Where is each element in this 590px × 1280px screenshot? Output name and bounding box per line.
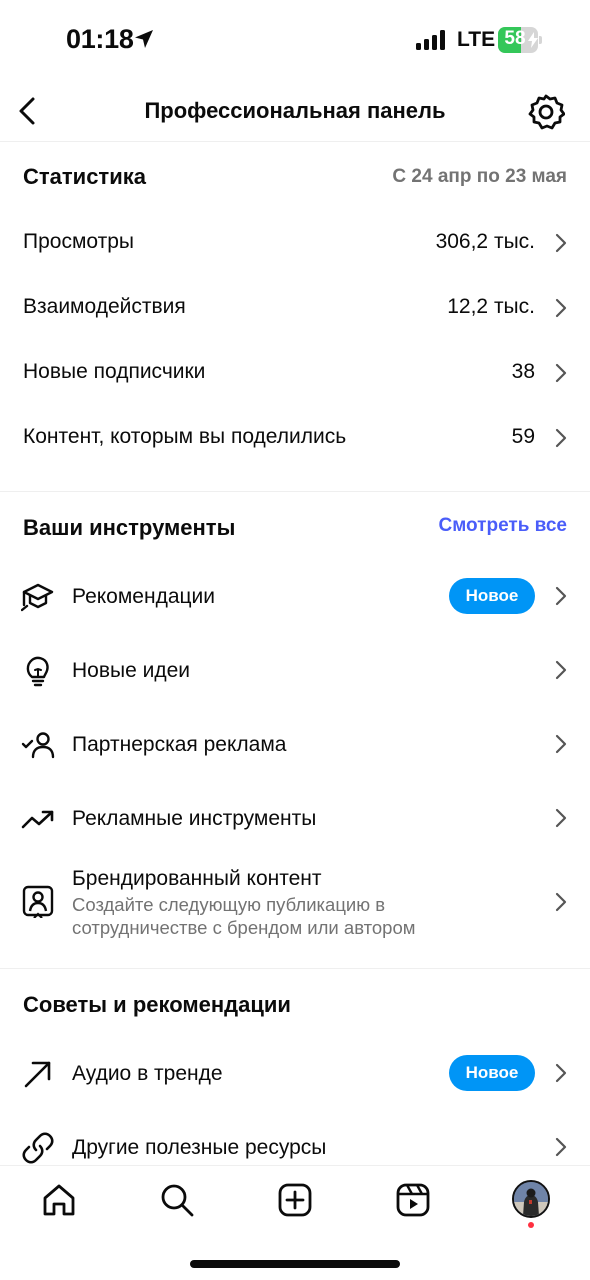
tool-row-ad-tools[interactable]: Рекламные инструменты [0,782,590,856]
chevron-right-icon [555,428,567,448]
stat-value: 59 [511,425,535,448]
tip-label: Аудио в тренде [72,1062,223,1085]
tip-row-other-resources[interactable]: Другие полезные ресурсы [0,1111,590,1165]
stat-label: Просмотры [23,230,134,253]
stat-row-shared-content[interactable]: Контент, которым вы поделились 59 [0,405,590,470]
gear-icon[interactable] [527,93,565,131]
tool-label: Рекламные инструменты [72,807,317,830]
stat-label: Взаимодействия [23,295,186,318]
tool-row-recommendations[interactable]: Рекомендации Новое [0,560,590,634]
new-badge: Новое [449,1055,535,1091]
profile-avatar[interactable] [512,1180,550,1218]
stat-value: 12,2 тыс. [447,295,535,318]
chevron-right-icon [555,298,567,318]
chevron-right-icon [555,808,567,828]
reels-icon[interactable] [395,1182,431,1218]
home-indicator [190,1260,400,1268]
arrow-up-right-icon [21,1057,55,1091]
divider [0,968,590,969]
stats-section-title: Статистика [23,164,146,189]
page-title: Профессиональная панель [144,98,446,123]
stat-row-interactions[interactable]: Взаимодействия 12,2 тыс. [0,275,590,340]
bottom-nav [0,1165,590,1245]
divider [0,491,590,492]
tool-label: Партнерская реклама [72,733,287,756]
tip-row-trending-audio[interactable]: Аудио в тренде Новое [0,1037,590,1111]
stat-row-views[interactable]: Просмотры 306,2 тыс. [0,210,590,275]
cellular-signal-icon [416,30,446,50]
tool-label: Новые идеи [72,659,191,682]
tools-section-title: Ваши инструменты [23,515,236,540]
location-arrow-icon [133,28,155,50]
home-icon[interactable] [41,1182,77,1218]
chevron-right-icon [555,1063,567,1083]
stat-label: Контент, которым вы поделились [23,425,347,448]
chevron-right-icon [555,233,567,253]
new-badge: Новое [449,578,535,614]
graduation-cap-icon [21,580,55,614]
tool-label: Брендированный контент [72,867,322,890]
tool-row-partner-ads[interactable]: Партнерская реклама [0,708,590,782]
create-icon[interactable] [277,1182,313,1218]
tool-row-new-ideas[interactable]: Новые идеи [0,634,590,708]
stat-value: 306,2 тыс. [435,230,535,253]
branded-content-icon [21,884,55,918]
notification-dot [528,1222,534,1228]
link-icon [21,1131,55,1165]
top-header: Профессиональная панель [0,80,590,142]
chevron-right-icon [555,1137,567,1157]
tip-label: Другие полезные ресурсы [72,1136,327,1159]
chevron-right-icon [555,363,567,383]
tool-row-branded-content[interactable]: Брендированный контент Создайте следующу… [0,856,590,956]
battery-level: 58 [504,28,526,49]
status-bar: 01:18 LTE 58 [0,0,590,80]
see-all-link[interactable]: Смотреть все [439,515,568,537]
tool-label: Рекомендации [72,585,216,608]
stat-value: 38 [511,360,535,383]
lightbulb-icon [21,654,55,688]
person-check-icon [21,728,55,762]
chevron-right-icon [555,586,567,606]
network-type: LTE [457,28,496,51]
trend-up-icon [21,802,55,836]
stat-label: Новые подписчики [23,360,206,383]
tool-description: Создайте следующую публикацию в сотрудни… [72,894,416,938]
chevron-right-icon [555,660,567,680]
stats-period: С 24 апр по 23 мая [392,166,567,187]
status-time: 01:18 [66,24,134,54]
search-icon[interactable] [159,1182,195,1218]
battery-icon: 58 [498,27,542,53]
chevron-right-icon [555,892,567,912]
chevron-right-icon [555,734,567,754]
tips-section-title: Советы и рекомендации [23,992,291,1017]
stat-row-new-followers[interactable]: Новые подписчики 38 [0,340,590,405]
